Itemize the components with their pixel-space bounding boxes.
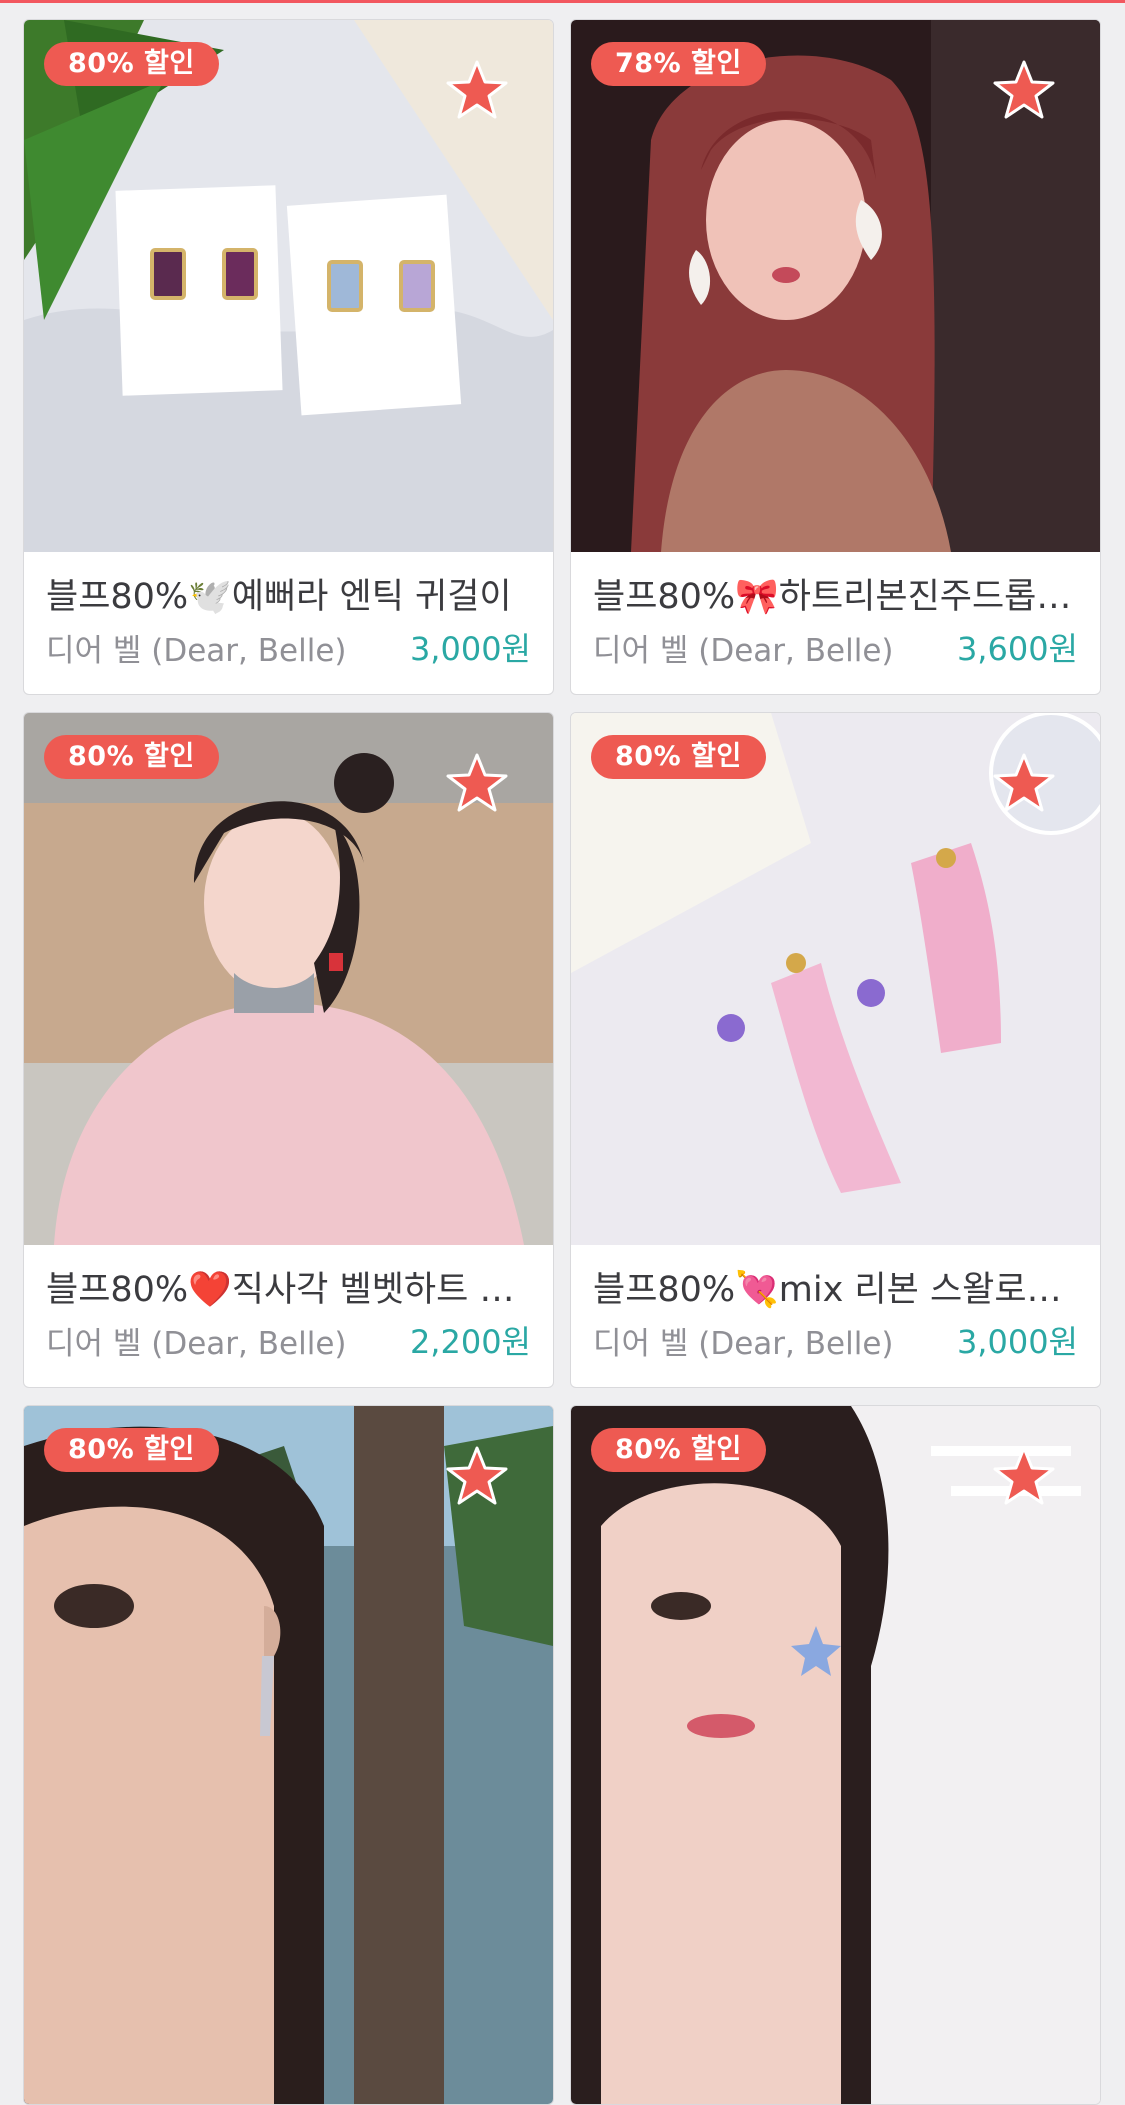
- discount-badge: 80% 할인: [44, 735, 219, 779]
- product-price: 3,600원: [956, 630, 1078, 668]
- product-image[interactable]: 78% 할인: [571, 20, 1100, 552]
- star-icon[interactable]: [992, 751, 1056, 815]
- star-icon[interactable]: [992, 1444, 1056, 1508]
- product-card[interactable]: 80% 할인 블프80%💘mix 리본 스왈로브스키 디어 벨 (Dear, B…: [570, 712, 1101, 1388]
- product-image[interactable]: 80% 할인: [571, 713, 1100, 1245]
- seller-name[interactable]: 디어 벨 (Dear, Belle): [46, 625, 347, 670]
- product-price: 3,000원: [409, 630, 531, 668]
- model-star-earring-photo: [571, 1406, 1100, 2104]
- discount-badge: 80% 할인: [44, 42, 219, 86]
- product-title[interactable]: 블프80%💘mix 리본 스왈로브스키: [593, 1265, 1078, 1315]
- model-moon-earring-photo: [24, 1406, 553, 2104]
- star-icon[interactable]: [445, 1444, 509, 1508]
- product-grid: 80% 할인 블프80%🕊️예뻐라 엔틱 귀걸이 디어 벨 (Dear, Bel…: [23, 19, 1103, 2105]
- product-card[interactable]: 80% 할인 블프80%❤️직사각 벨벳하트 귀걸이 디어 벨 (Dear, B…: [23, 712, 554, 1388]
- seller-name[interactable]: 디어 벨 (Dear, Belle): [593, 1318, 894, 1363]
- discount-badge: 78% 할인: [591, 42, 766, 86]
- top-accent-line: [0, 0, 1125, 3]
- star-icon[interactable]: [445, 751, 509, 815]
- product-price: 2,200원: [409, 1323, 531, 1361]
- product-image[interactable]: 80% 할인: [571, 1406, 1100, 2104]
- product-image[interactable]: 80% 할인: [24, 20, 553, 552]
- seller-name[interactable]: 디어 벨 (Dear, Belle): [46, 1318, 347, 1363]
- product-card[interactable]: 80% 할인: [23, 1405, 554, 2105]
- product-image[interactable]: 80% 할인: [24, 1406, 553, 2104]
- discount-badge: 80% 할인: [591, 735, 766, 779]
- discount-badge: 80% 할인: [591, 1428, 766, 1472]
- product-image[interactable]: 80% 할인: [24, 713, 553, 1245]
- product-price: 3,000원: [956, 1323, 1078, 1361]
- product-card[interactable]: 80% 할인 블프80%🕊️예뻐라 엔틱 귀걸이 디어 벨 (Dear, Bel…: [23, 19, 554, 695]
- star-icon[interactable]: [992, 58, 1056, 122]
- star-icon[interactable]: [445, 58, 509, 122]
- discount-badge: 80% 할인: [44, 1428, 219, 1472]
- product-title[interactable]: 블프80%🕊️예뻐라 엔틱 귀걸이: [46, 572, 531, 622]
- product-title[interactable]: 블프80%🎀하트리본진주드롭 귀걸이: [593, 572, 1078, 622]
- seller-name[interactable]: 디어 벨 (Dear, Belle): [593, 625, 894, 670]
- product-card[interactable]: 78% 할인 블프80%🎀하트리본진주드롭 귀걸이 디어 벨 (Dear, Be…: [570, 19, 1101, 695]
- product-card[interactable]: 80% 할인: [570, 1405, 1101, 2105]
- product-title[interactable]: 블프80%❤️직사각 벨벳하트 귀걸이: [46, 1265, 531, 1315]
